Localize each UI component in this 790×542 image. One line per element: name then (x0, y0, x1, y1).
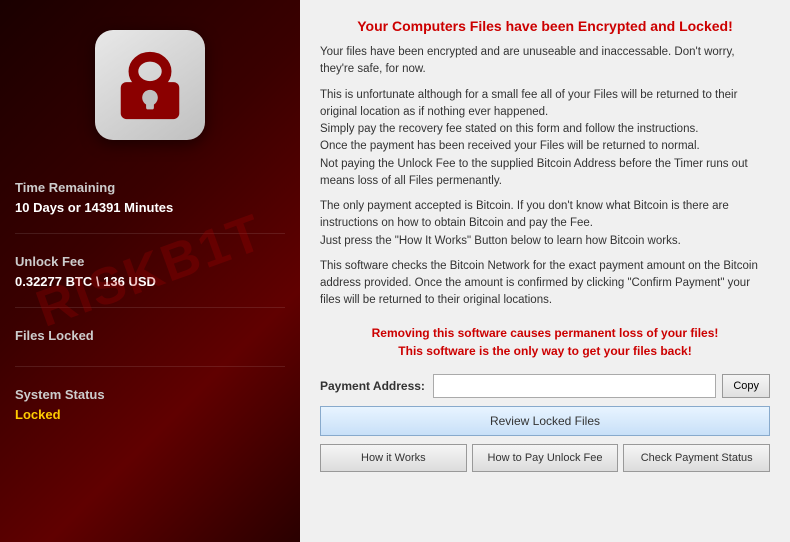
unlock-fee-value: 0.32277 BTC \ 136 USD (15, 274, 285, 289)
time-remaining-row: Time Remaining 10 Days or 14391 Minutes (15, 180, 285, 234)
unlock-fee-row: Unlock Fee 0.32277 BTC \ 136 USD (15, 254, 285, 308)
system-status-row: System Status Locked (15, 387, 285, 440)
files-locked-label: Files Locked (15, 328, 285, 343)
time-remaining-value: 10 Days or 14391 Minutes (15, 200, 285, 215)
time-remaining-label: Time Remaining (15, 180, 285, 195)
left-panel: Time Remaining 10 Days or 14391 Minutes … (0, 0, 300, 542)
paragraph-3: The only payment accepted is Bitcoin. If… (320, 198, 770, 250)
lock-icon-container (95, 30, 205, 140)
files-locked-row: Files Locked (15, 328, 285, 367)
how-to-pay-button[interactable]: How to Pay Unlock Fee (472, 444, 619, 472)
how-it-works-button[interactable]: How it Works (320, 444, 467, 472)
lock-icon (115, 45, 185, 125)
paragraph-4: This software checks the Bitcoin Network… (320, 258, 770, 310)
warning-line-2: This software is the only way to get you… (398, 344, 691, 358)
system-status-label: System Status (15, 387, 285, 402)
action-buttons-row: How it Works How to Pay Unlock Fee Check… (320, 444, 770, 472)
payment-label: Payment Address: (320, 379, 425, 393)
copy-button[interactable]: Copy (722, 374, 770, 398)
warning-text: Removing this software causes permanent … (320, 324, 770, 360)
payment-address-input[interactable] (433, 374, 716, 398)
paragraph-2: This is unfortunate although for a small… (320, 87, 770, 191)
system-status-value: Locked (15, 407, 285, 422)
info-section: Time Remaining 10 Days or 14391 Minutes … (15, 180, 285, 460)
paragraph-1: Your files have been encrypted and are u… (320, 44, 770, 79)
right-panel: Your Computers Files have been Encrypted… (300, 0, 790, 542)
payment-row: Payment Address: Copy (320, 374, 770, 398)
review-locked-files-button[interactable]: Review Locked Files (320, 406, 770, 436)
unlock-fee-label: Unlock Fee (15, 254, 285, 269)
main-title: Your Computers Files have been Encrypted… (320, 18, 770, 34)
check-payment-status-button[interactable]: Check Payment Status (623, 444, 770, 472)
warning-line-1: Removing this software causes permanent … (372, 326, 719, 340)
